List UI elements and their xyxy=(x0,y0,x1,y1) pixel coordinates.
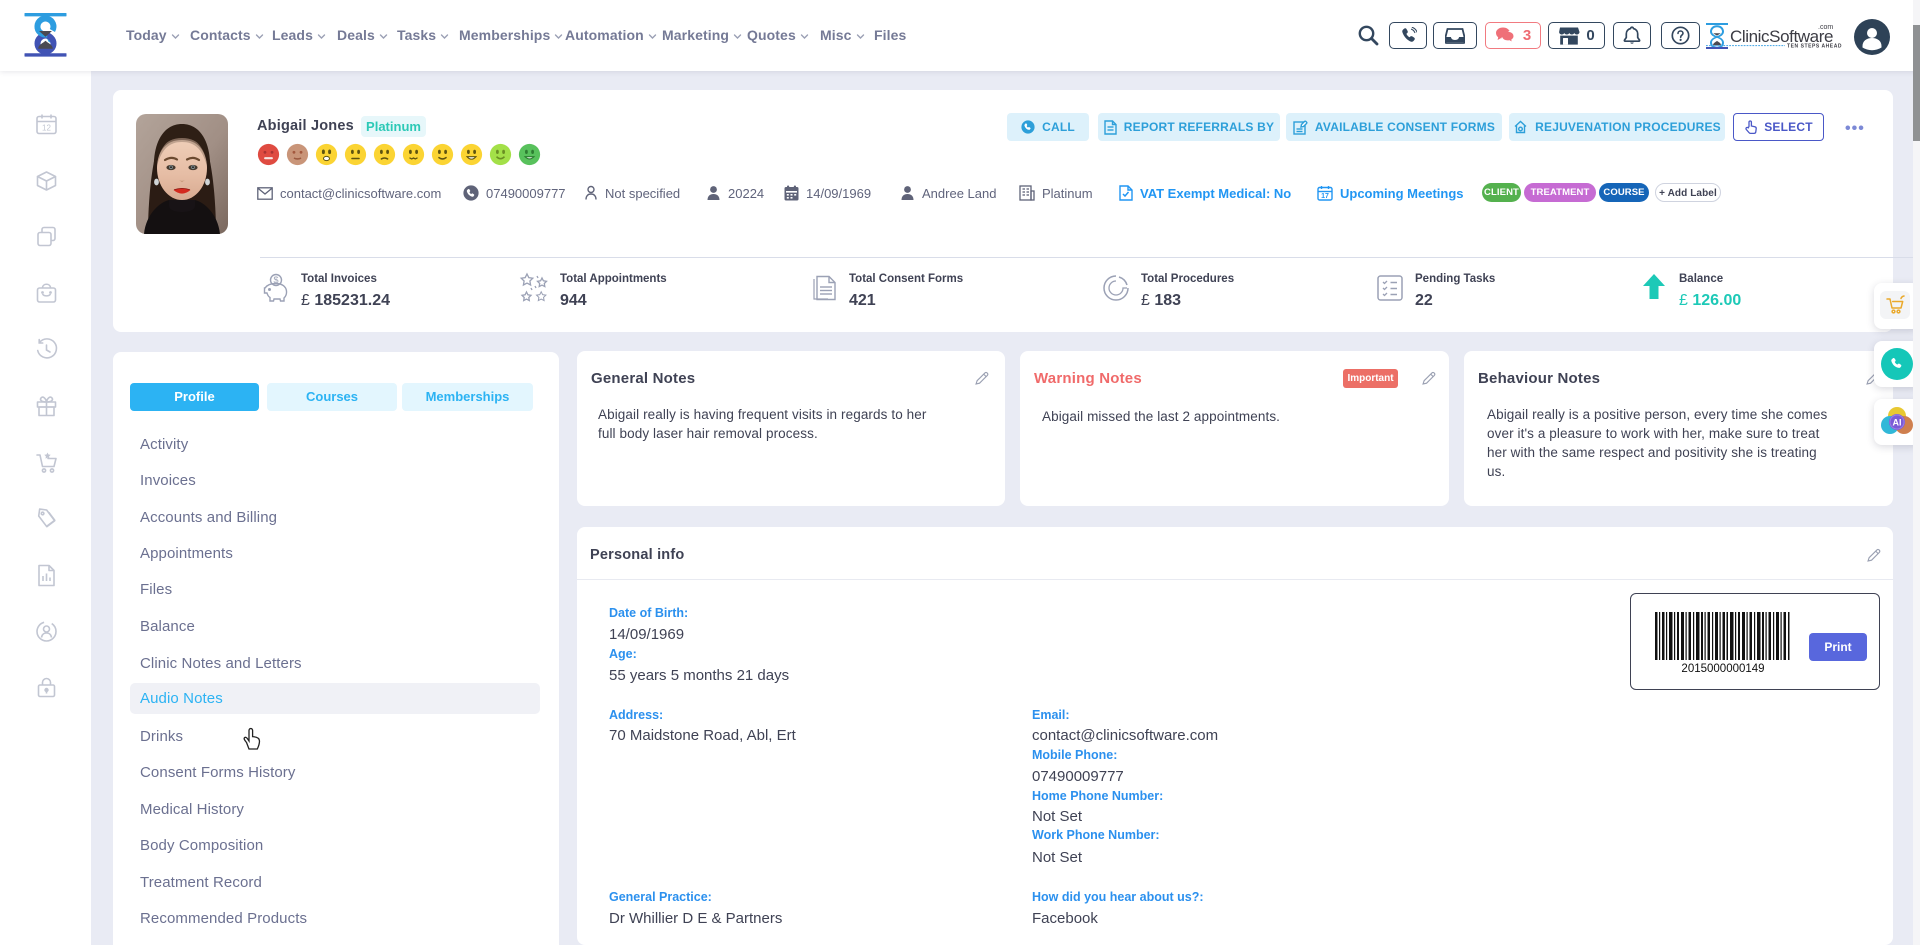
svg-text:17: 17 xyxy=(1321,193,1329,200)
svg-text:.com: .com xyxy=(1818,24,1833,31)
svg-text:AI: AI xyxy=(1893,418,1902,428)
svg-text:TEN STEPS AHEAD: TEN STEPS AHEAD xyxy=(1787,44,1842,50)
svg-text:12: 12 xyxy=(42,124,51,133)
